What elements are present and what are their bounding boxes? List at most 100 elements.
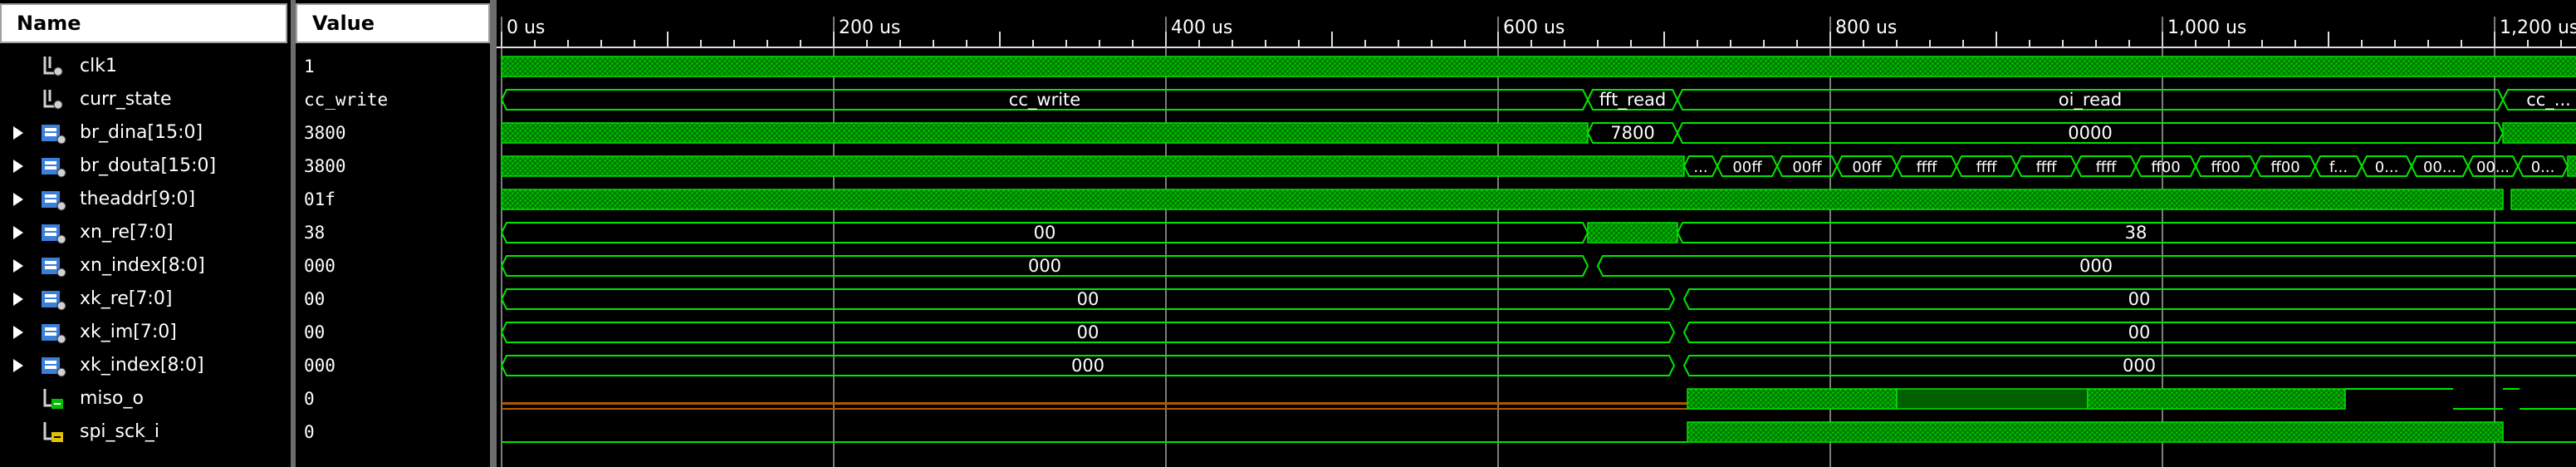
dense-activity bbox=[501, 56, 2576, 77]
value-row: 000 bbox=[296, 349, 490, 382]
dense-activity bbox=[501, 122, 1589, 144]
signal-name: br_dina[15:0] bbox=[80, 122, 203, 143]
bit-signal-icon bbox=[40, 55, 66, 78]
bus-value-label: 00ff bbox=[1792, 159, 1822, 176]
bus-value-label: ffff bbox=[2096, 159, 2117, 176]
bus-signal-icon bbox=[40, 354, 66, 377]
bus-value-label: 00 bbox=[2128, 322, 2151, 342]
signal-row[interactable]: xn_index[8:0] bbox=[0, 249, 291, 283]
bus-value-label: 0... bbox=[2531, 159, 2555, 176]
signal-name: spi_sck_i bbox=[80, 421, 159, 442]
dense-activity bbox=[2087, 388, 2346, 410]
bus-value-label: ff00 bbox=[2211, 159, 2240, 176]
expand-arrow-icon[interactable] bbox=[13, 226, 23, 239]
bus-value-label: cc_... bbox=[2526, 90, 2571, 111]
signal-row[interactable]: xk_index[8:0] bbox=[0, 349, 291, 382]
signal-name: clk1 bbox=[80, 56, 117, 76]
value-wave-splitter[interactable] bbox=[490, 0, 497, 467]
signal-row[interactable]: miso_o bbox=[0, 382, 291, 415]
signal-value-panel: Value 1 cc_write 3800 3800 01f 38 000 00 00 000 0 0 bbox=[296, 0, 490, 467]
dense-activity bbox=[2567, 155, 2576, 177]
bus-value-label: 000 bbox=[2079, 256, 2113, 276]
time-tick-label: 800 us bbox=[1835, 17, 1897, 38]
bus-value-label: ffff bbox=[1976, 159, 1997, 176]
bus-value-label: fft_read bbox=[1599, 90, 1667, 111]
signal-name: xk_im[7:0] bbox=[80, 322, 177, 342]
signal-row[interactable]: xn_re[7:0] bbox=[0, 216, 291, 249]
expand-arrow-icon[interactable] bbox=[13, 193, 23, 206]
dense-activity bbox=[2510, 189, 2576, 210]
value-row: 38 bbox=[296, 216, 490, 249]
bus-value-label: ffff bbox=[1917, 159, 1937, 176]
expand-arrow-icon[interactable] bbox=[13, 126, 23, 140]
signal-name: xn_re[7:0] bbox=[80, 222, 174, 243]
bus-value-label: 000 bbox=[2123, 356, 2156, 376]
bus-signal-icon bbox=[40, 254, 66, 278]
value-row: 3800 bbox=[296, 116, 490, 150]
bus-signal-icon bbox=[40, 221, 66, 244]
expand-arrow-icon[interactable] bbox=[13, 359, 23, 372]
undefined-band bbox=[502, 402, 1687, 405]
signal-row[interactable]: xk_re[7:0] bbox=[0, 283, 291, 316]
dense-activity bbox=[2502, 122, 2576, 144]
expand-arrow-icon[interactable] bbox=[13, 292, 23, 306]
bus-value-label: f... bbox=[2329, 159, 2348, 176]
dense-activity bbox=[1587, 222, 1678, 243]
dense-activity bbox=[501, 189, 2504, 210]
signal-row[interactable]: br_douta[15:0] bbox=[0, 150, 291, 183]
signal-row[interactable]: clk1 bbox=[0, 50, 291, 83]
bus-value-label: 38 bbox=[2125, 223, 2147, 243]
waveform-canvas[interactable]: 0 us 200 us 400 us 600 us 800 us 1,000 us 1,20… bbox=[497, 0, 2576, 467]
bus-value-label: 00ff bbox=[1852, 159, 1882, 176]
dense-activity bbox=[1687, 421, 2504, 443]
bus-signal-icon bbox=[40, 155, 66, 178]
bus-signal-icon bbox=[40, 121, 66, 145]
signal-row[interactable]: curr_state bbox=[0, 83, 291, 116]
data-burst bbox=[1896, 388, 2089, 410]
value-row: 00 bbox=[296, 316, 490, 349]
bus-value-label: 00... bbox=[2476, 159, 2510, 176]
bus-value-label: 00... bbox=[2423, 159, 2456, 176]
signal-row[interactable]: theaddr[9:0] bbox=[0, 183, 291, 216]
signal-row[interactable]: br_dina[15:0] bbox=[0, 116, 291, 150]
signal-value: 000 bbox=[304, 356, 335, 376]
signal-name: br_douta[15:0] bbox=[80, 155, 217, 176]
time-tick-label: 200 us bbox=[839, 17, 900, 38]
signal-row[interactable]: spi_sck_i bbox=[0, 415, 291, 449]
value-row: 3800 bbox=[296, 150, 490, 183]
bus-value-label: 00 bbox=[2128, 289, 2151, 309]
signal-value: 0 bbox=[304, 389, 315, 409]
signal-value: 38 bbox=[304, 223, 326, 243]
signal-value: 00 bbox=[304, 289, 326, 309]
name-column-header[interactable]: Name bbox=[0, 3, 287, 43]
signal-name-panel: Name clk1 curr_state br_dina[15:0] br_douta… bbox=[0, 0, 291, 467]
signal-name: miso_o bbox=[80, 388, 144, 409]
signal-name: xk_index[8:0] bbox=[80, 355, 204, 376]
bus-value-label: 7800 bbox=[1610, 123, 1654, 143]
signal-row[interactable]: xk_im[7:0] bbox=[0, 316, 291, 349]
input-port-icon bbox=[40, 420, 66, 444]
expand-arrow-icon[interactable] bbox=[13, 326, 23, 339]
expand-arrow-icon[interactable] bbox=[13, 259, 23, 273]
signal-value: 00 bbox=[304, 322, 326, 342]
expand-arrow-icon[interactable] bbox=[13, 160, 23, 173]
output-port-icon bbox=[40, 387, 66, 410]
bus-value-label: ... bbox=[1693, 159, 1707, 176]
value-row: 00 bbox=[296, 283, 490, 316]
bus-value-label: 00 bbox=[1034, 223, 1056, 243]
signal-name: xk_re[7:0] bbox=[80, 288, 173, 309]
bus-value-label: 00 bbox=[1077, 289, 1099, 309]
bus-signal-icon bbox=[40, 321, 66, 344]
value-column-header[interactable]: Value bbox=[296, 3, 490, 43]
signal-name: curr_state bbox=[80, 89, 172, 110]
bus-value-label: 000 bbox=[1071, 356, 1104, 376]
bit-signal-icon bbox=[40, 88, 66, 111]
time-tick-label: 600 us bbox=[1503, 17, 1565, 38]
signal-name: theaddr[9:0] bbox=[80, 189, 196, 209]
value-row: 1 bbox=[296, 50, 490, 83]
bus-value-label: ff00 bbox=[2270, 159, 2299, 176]
signal-value: 1 bbox=[304, 57, 315, 76]
signal-value: 3800 bbox=[304, 156, 346, 176]
bus-value-label: ff00 bbox=[2151, 159, 2180, 176]
bus-value-label: 0000 bbox=[2068, 123, 2112, 143]
